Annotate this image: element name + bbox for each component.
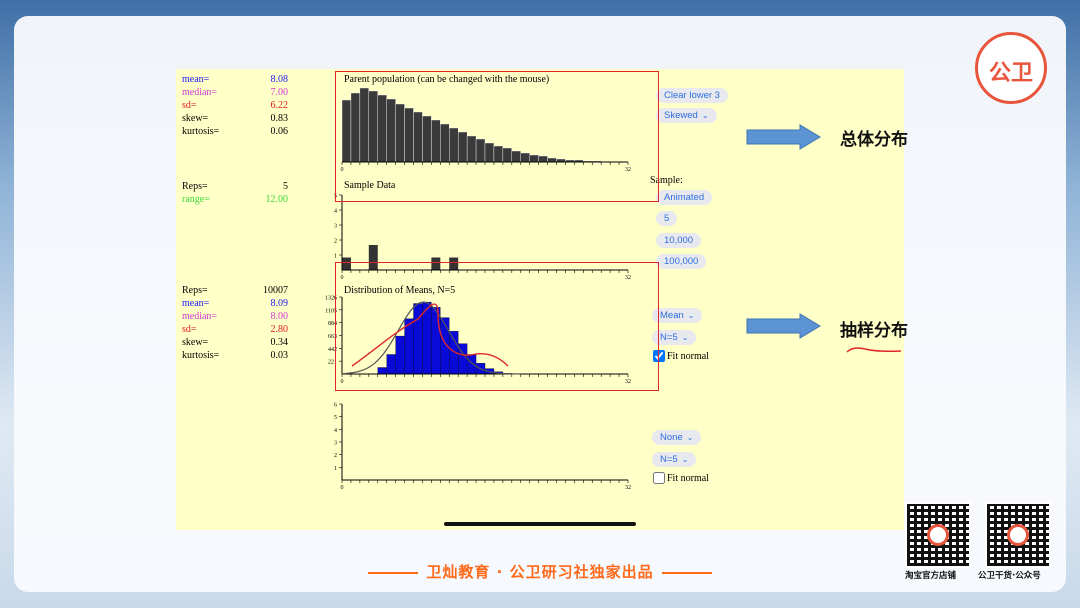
qr-code-taobao: [905, 502, 971, 568]
x-tick-label: 32: [625, 485, 631, 491]
shape-select-value: Skewed: [664, 110, 698, 121]
animated-button[interactable]: Animated: [656, 190, 713, 205]
fit-normal-1-label: Fit normal: [667, 351, 709, 362]
n-select-2[interactable]: N=5 ⌄: [652, 452, 697, 467]
qr-label-wechat: 公卫干货·公众号: [978, 571, 1041, 581]
logo-seal: 公卫: [975, 32, 1047, 104]
y-tick-label: 3: [334, 224, 337, 230]
sample-5-button[interactable]: 5: [656, 211, 678, 226]
fit-normal-1[interactable]: Fit normal: [653, 350, 709, 362]
fit-normal-2-checkbox[interactable]: [653, 472, 665, 484]
population-label: 总体分布: [840, 130, 908, 150]
arrow-right-icon: [746, 313, 821, 339]
sample-5-label: 5: [664, 213, 670, 224]
home-indicator: [444, 522, 636, 526]
sample-100000-label: 100,000: [664, 256, 699, 267]
underline-stroke: [846, 347, 902, 353]
y-tick-label: 4: [334, 428, 337, 434]
clear-lower-label: Clear lower 3: [664, 90, 720, 101]
y-tick-label: 6: [334, 403, 337, 409]
logo-text: 公卫: [988, 61, 1033, 86]
sample-100000-button[interactable]: 100,000: [656, 254, 707, 269]
population-highlight-box: [335, 71, 659, 202]
sampling-label: 抽样分布: [840, 321, 908, 341]
chevron-icon: ⌄: [687, 311, 695, 320]
y-tick-label: 5: [334, 415, 337, 421]
y-tick-label: 1: [334, 254, 337, 260]
y-tick-label: 3: [334, 441, 337, 447]
stat-select-1-value: Mean: [660, 310, 684, 321]
fit-normal-2[interactable]: Fit normal: [653, 472, 709, 484]
chevron-icon: ⌄: [686, 433, 694, 442]
arrow-right-icon: [746, 124, 821, 150]
animated-label: Animated: [664, 192, 705, 203]
chevron-icon: ⌄: [681, 455, 689, 464]
qr-label-taobao: 淘宝官方店铺: [905, 571, 957, 581]
y-tick-label: 1: [334, 466, 337, 472]
shape-select[interactable]: Skewed ⌄: [656, 108, 717, 123]
qr-code-wechat: [985, 502, 1051, 568]
clear-lower-button[interactable]: Clear lower 3: [656, 88, 728, 103]
n-select-2-value: N=5: [660, 454, 678, 465]
stat-select-2-value: None: [660, 432, 683, 443]
sampling-highlight-box: [335, 262, 659, 391]
footer-banner: 卫灿教育 · 公卫研习社独家出品: [322, 561, 758, 582]
statistic-select-2[interactable]: None ⌄: [652, 430, 702, 445]
y-tick-label: 2: [334, 453, 337, 459]
fit-normal-2-label: Fit normal: [667, 473, 709, 484]
chevron-icon: ⌄: [701, 111, 709, 120]
sample-10000-label: 10,000: [664, 235, 694, 246]
x-tick-label: 0: [341, 485, 344, 491]
chevron-icon: ⌄: [681, 333, 689, 342]
statistic-select-1[interactable]: Mean ⌄: [652, 308, 703, 323]
n-select-1-value: N=5: [660, 332, 678, 343]
y-tick-label: 2: [334, 239, 337, 245]
sample-10000-button[interactable]: 10,000: [656, 233, 702, 248]
y-tick-label: 4: [334, 209, 337, 215]
